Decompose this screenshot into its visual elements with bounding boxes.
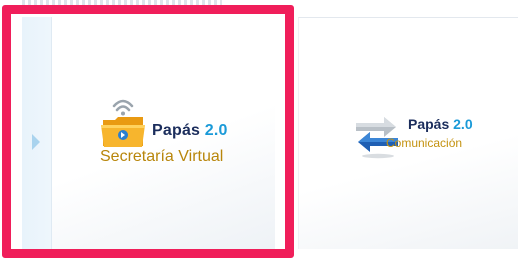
exchange-arrows-icon — [356, 117, 398, 159]
logo-secretaria-virtual[interactable]: Papás 2.0 Secretaría Virtual — [100, 92, 260, 172]
brand-name: Papás — [408, 116, 450, 132]
side-strip — [22, 17, 52, 249]
subtitle-comunicacion: Comunicación — [386, 136, 463, 150]
logo-comunicacion[interactable]: Papás 2.0 Comunicación — [352, 108, 512, 168]
chevron-right-icon[interactable] — [32, 134, 40, 150]
brand-version: 2.0 — [204, 122, 228, 139]
brand-name: Papás — [152, 122, 201, 139]
subtitle-secretaria-virtual: Secretaría Virtual — [100, 148, 224, 165]
brand-label: Papás 2.0 — [408, 116, 473, 132]
brand-version: 2.0 — [453, 116, 473, 132]
top-strip — [22, 0, 222, 6]
brand-label: Papás 2.0 — [152, 122, 228, 140]
app-chooser: Papás 2.0 Secretaría Virtual Papás 2.0 C… — [0, 0, 518, 263]
folder-wifi-icon — [101, 99, 145, 147]
